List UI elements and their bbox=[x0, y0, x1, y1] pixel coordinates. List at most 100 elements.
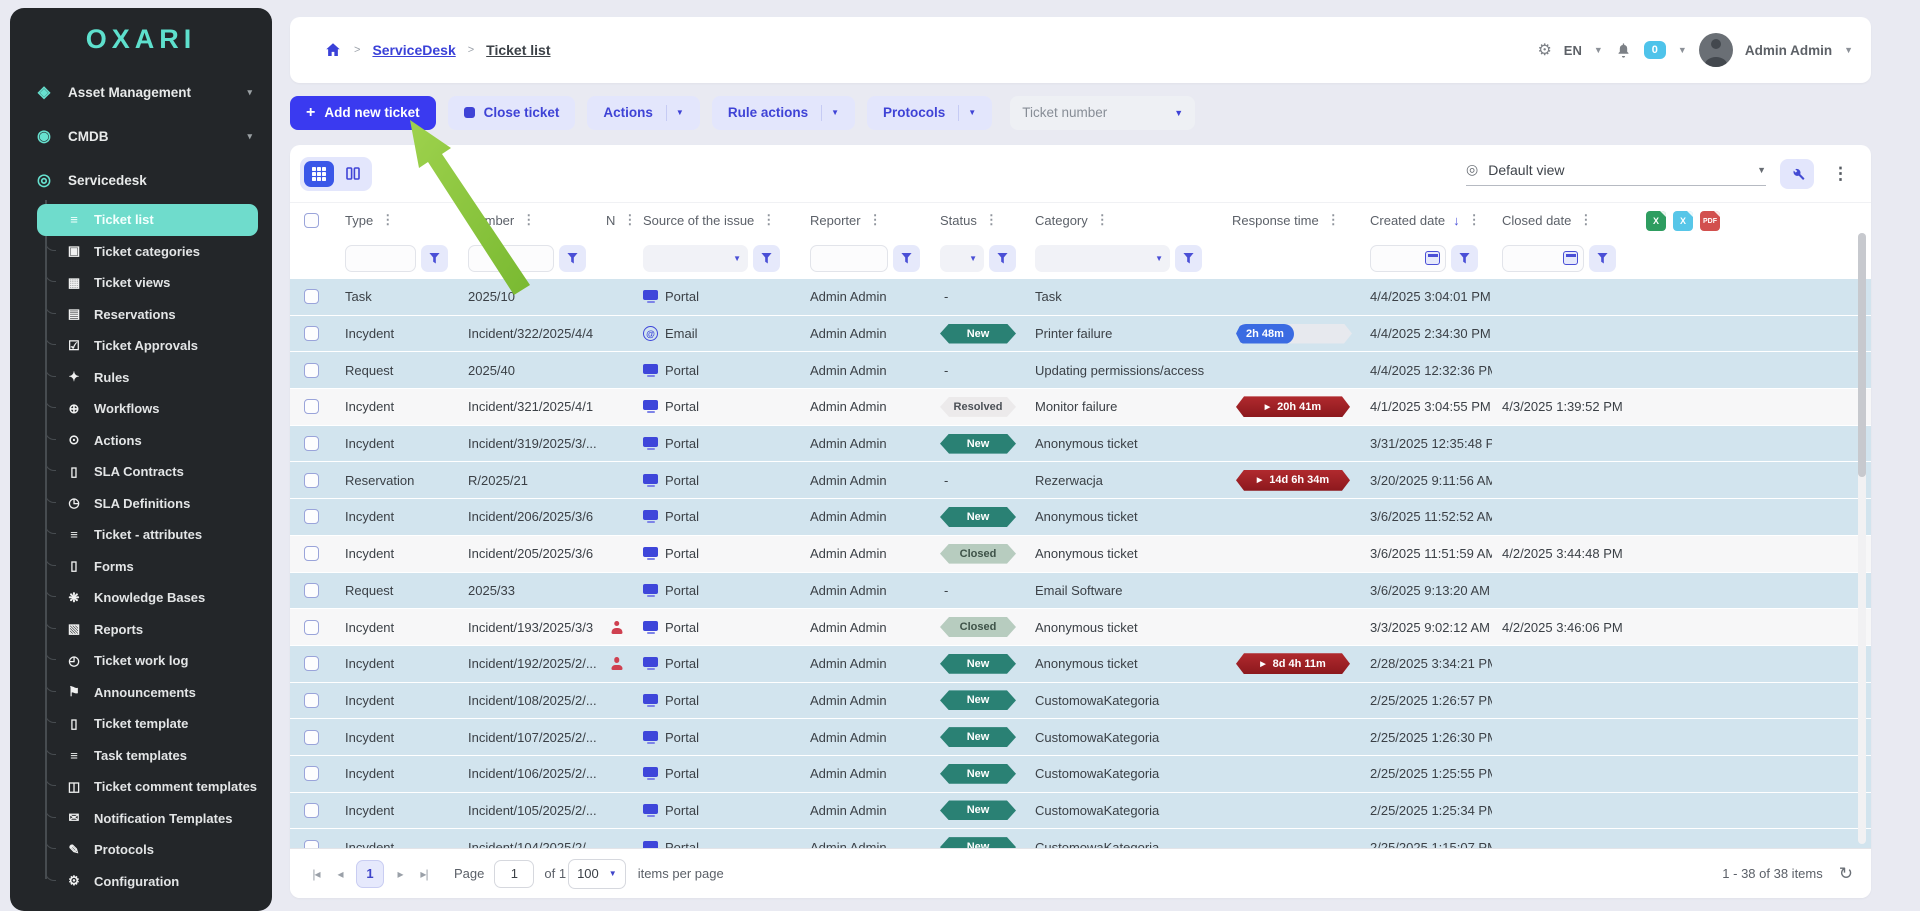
category-filter-select[interactable]: ▼ bbox=[1035, 245, 1170, 272]
column-menu-icon[interactable]: ⋮ bbox=[1327, 212, 1340, 228]
filter-funnel-button[interactable] bbox=[421, 245, 448, 272]
select-all-checkbox[interactable] bbox=[304, 213, 319, 228]
row-checkbox[interactable] bbox=[304, 399, 319, 414]
sidebar-item-asset-management[interactable]: ◈Asset Management▾ bbox=[10, 70, 272, 114]
sidebar-item-reservations[interactable]: ▤Reservations bbox=[10, 299, 258, 331]
sidebar-item-task-templates[interactable]: ≡Task templates bbox=[10, 740, 258, 772]
sidebar-item-reports[interactable]: ▧Reports bbox=[10, 614, 258, 646]
rule-actions-dropdown-button[interactable]: Rule actions▼ bbox=[712, 96, 855, 130]
refresh-icon[interactable]: ↻ bbox=[1839, 864, 1853, 884]
table-row[interactable]: IncydentIncident/192/2025/2/...PortalAdm… bbox=[290, 646, 1871, 683]
row-checkbox[interactable] bbox=[304, 509, 319, 524]
column-header-flag[interactable]: N⋮ bbox=[596, 212, 633, 228]
breadcrumb-servicedesk-link[interactable]: ServiceDesk bbox=[372, 42, 455, 58]
table-row[interactable]: ReservationR/2025/21PortalAdmin Admin-Re… bbox=[290, 462, 1871, 499]
column-menu-icon[interactable]: ⋮ bbox=[869, 212, 882, 228]
sidebar-item-cmdb[interactable]: ◉CMDB▾ bbox=[10, 114, 272, 158]
filter-funnel-button[interactable] bbox=[1451, 245, 1478, 272]
next-page-button[interactable]: ▸ bbox=[388, 867, 412, 881]
sidebar-item-notification-templates[interactable]: ✉Notification Templates bbox=[10, 803, 258, 835]
sidebar-item-ticket-list[interactable]: ≡Ticket list bbox=[37, 204, 258, 236]
protocols-dropdown-button[interactable]: Protocols▼ bbox=[867, 96, 992, 130]
sidebar-item-ticket-approvals[interactable]: ☑Ticket Approvals bbox=[10, 330, 258, 362]
export-excel-icon[interactable]: X bbox=[1646, 211, 1666, 231]
sidebar-item-ticket-categories[interactable]: ▣Ticket categories bbox=[10, 236, 258, 268]
row-checkbox[interactable] bbox=[304, 766, 319, 781]
row-checkbox[interactable] bbox=[304, 326, 319, 341]
sidebar-item-actions[interactable]: ⊙Actions bbox=[10, 425, 258, 457]
sidebar-item-ticket-views[interactable]: ▦Ticket views bbox=[10, 267, 258, 299]
row-checkbox[interactable] bbox=[304, 546, 319, 561]
sidebar-item-announcements[interactable]: ⚑Announcements bbox=[10, 677, 258, 709]
table-row[interactable]: IncydentIncident/105/2025/2/...PortalAdm… bbox=[290, 793, 1871, 830]
customize-columns-button[interactable] bbox=[1780, 159, 1814, 189]
column-menu-icon[interactable]: ⋮ bbox=[522, 212, 535, 228]
column-menu-icon[interactable]: ⋮ bbox=[762, 212, 775, 228]
closed-filter-date[interactable] bbox=[1502, 245, 1584, 272]
prev-page-button[interactable]: ◂ bbox=[328, 867, 352, 881]
add-new-ticket-button[interactable]: + Add new ticket bbox=[290, 96, 436, 130]
table-row[interactable]: IncydentIncident/104/2025/2/...PortalAdm… bbox=[290, 829, 1871, 849]
language-selector[interactable]: EN bbox=[1564, 43, 1582, 58]
column-header-reporter[interactable]: Reporter⋮ bbox=[800, 212, 930, 228]
sidebar-item-ticket-template[interactable]: ▯Ticket template bbox=[10, 708, 258, 740]
sidebar-item-protocols[interactable]: ✎Protocols bbox=[10, 834, 258, 866]
avatar[interactable] bbox=[1699, 33, 1733, 67]
row-checkbox[interactable] bbox=[304, 656, 319, 671]
actions-dropdown-button[interactable]: Actions▼ bbox=[587, 96, 699, 130]
column-header-number[interactable]: Number⋮ bbox=[458, 212, 596, 228]
sidebar-item-ticket-comment-templates[interactable]: ◫Ticket comment templates bbox=[10, 771, 258, 803]
column-header-category[interactable]: Category⋮ bbox=[1025, 212, 1222, 228]
source-filter-select[interactable]: ▼ bbox=[643, 245, 748, 272]
page-size-select[interactable]: 100 ▼ bbox=[568, 859, 626, 889]
row-checkbox[interactable] bbox=[304, 803, 319, 818]
notifications-bell-icon[interactable] bbox=[1615, 42, 1632, 59]
row-checkbox[interactable] bbox=[304, 730, 319, 745]
sidebar-item-sla-definitions[interactable]: ◷SLA Definitions bbox=[10, 488, 258, 520]
row-checkbox[interactable] bbox=[304, 693, 319, 708]
user-name[interactable]: Admin Admin bbox=[1745, 43, 1832, 58]
table-row[interactable]: IncydentIncident/107/2025/2/...PortalAdm… bbox=[290, 719, 1871, 756]
column-menu-icon[interactable]: ⋮ bbox=[1468, 212, 1481, 228]
columns-view-toggle[interactable] bbox=[338, 161, 368, 187]
table-row[interactable]: Task2025/10PortalAdmin Admin-Task4/4/202… bbox=[290, 279, 1871, 316]
column-menu-icon[interactable]: ⋮ bbox=[623, 212, 633, 228]
status-filter-select[interactable]: ▼ bbox=[940, 245, 984, 272]
export-pdf-icon[interactable]: PDF bbox=[1700, 211, 1720, 231]
grid-view-toggle[interactable] bbox=[304, 161, 334, 187]
filter-funnel-button[interactable] bbox=[559, 245, 586, 272]
table-row[interactable]: IncydentIncident/206/2025/3/6PortalAdmin… bbox=[290, 499, 1871, 536]
filter-funnel-button[interactable] bbox=[753, 245, 780, 272]
table-row[interactable]: IncydentIncident/193/2025/3/3PortalAdmin… bbox=[290, 609, 1871, 646]
column-menu-icon[interactable]: ⋮ bbox=[1579, 212, 1592, 228]
table-row[interactable]: IncydentIncident/319/2025/3/...PortalAdm… bbox=[290, 426, 1871, 463]
column-header-created[interactable]: Created date↓⋮ bbox=[1360, 212, 1492, 228]
column-menu-icon[interactable]: ⋮ bbox=[381, 212, 394, 228]
sidebar-item-configuration[interactable]: ⚙Configuration bbox=[10, 866, 258, 898]
sidebar-item-servicedesk[interactable]: ◎Servicedesk bbox=[10, 158, 272, 202]
filter-funnel-button[interactable] bbox=[1589, 245, 1616, 272]
first-page-button[interactable]: |◂ bbox=[304, 867, 328, 881]
page-number-input[interactable] bbox=[494, 860, 534, 888]
row-checkbox[interactable] bbox=[304, 289, 319, 304]
row-checkbox[interactable] bbox=[304, 583, 319, 598]
calendar-icon[interactable] bbox=[1425, 251, 1440, 265]
more-options-icon[interactable]: ⋮ bbox=[1828, 164, 1853, 184]
last-page-button[interactable]: ▸| bbox=[412, 867, 436, 881]
created-filter-date[interactable] bbox=[1370, 245, 1446, 272]
column-header-type[interactable]: Type⋮ bbox=[335, 212, 458, 228]
close-ticket-button[interactable]: Close ticket bbox=[448, 96, 576, 130]
row-checkbox[interactable] bbox=[304, 473, 319, 488]
table-row[interactable]: IncydentIncident/108/2025/2/...PortalAdm… bbox=[290, 683, 1871, 720]
sidebar-item-forms[interactable]: ▯Forms bbox=[10, 551, 258, 583]
user-menu-caret-icon[interactable]: ▼ bbox=[1844, 45, 1853, 55]
notification-count-badge[interactable]: 0 bbox=[1644, 41, 1666, 59]
reporter-filter-input[interactable] bbox=[810, 245, 888, 272]
sidebar-item-ticket-attributes[interactable]: ≡Ticket - attributes bbox=[10, 519, 258, 551]
export-csv-icon[interactable]: X bbox=[1673, 211, 1693, 231]
filter-funnel-button[interactable] bbox=[989, 245, 1016, 272]
row-checkbox[interactable] bbox=[304, 363, 319, 378]
table-row[interactable]: Request2025/40PortalAdmin Admin-Updating… bbox=[290, 352, 1871, 389]
column-header-closed[interactable]: Closed date⋮ bbox=[1492, 212, 1630, 228]
scrollbar-thumb[interactable] bbox=[1858, 233, 1866, 477]
